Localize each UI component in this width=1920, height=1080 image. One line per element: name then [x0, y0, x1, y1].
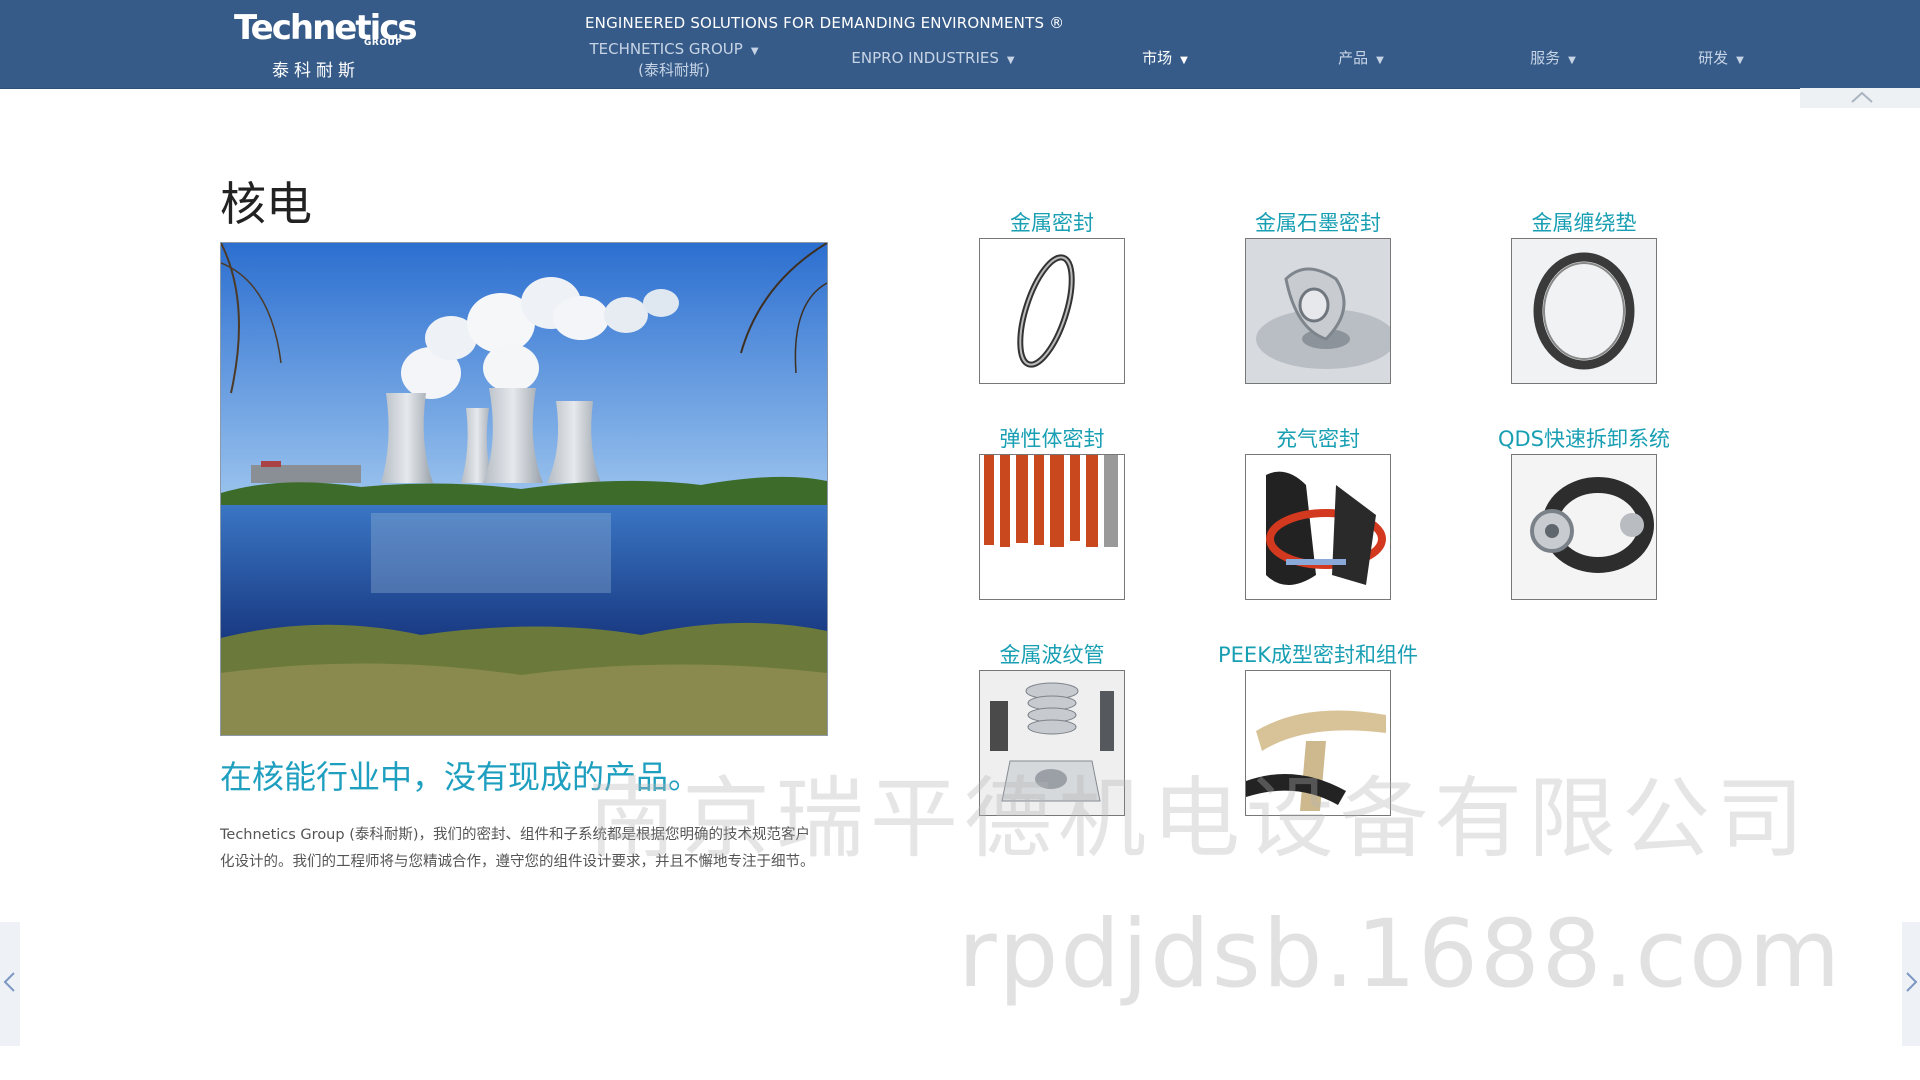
site-tagline: ENGINEERED SOLUTIONS FOR DEMANDING ENVIR… [585, 14, 1065, 32]
product-label[interactable]: 金属密封 [922, 208, 1182, 238]
product-label[interactable]: 金属石墨密封 [1188, 208, 1448, 238]
nav-products[interactable]: 产品 ▼ [1316, 49, 1406, 89]
nav-research[interactable]: 研发 ▼ [1676, 49, 1766, 89]
cooling-towers-lake-illustration [221, 243, 827, 735]
spiral-wound-gasket-icon[interactable] [1511, 238, 1657, 384]
chevron-down-icon: ▼ [1180, 55, 1188, 66]
chevron-left-icon [3, 972, 15, 992]
nav-label: 研发 [1698, 49, 1729, 67]
chevron-up-icon [1851, 91, 1873, 103]
page-title: 核电 [220, 177, 312, 231]
quick-disconnect-clamp-icon[interactable] [1511, 454, 1657, 600]
next-slide-button[interactable] [1902, 922, 1920, 1046]
nav-label: 产品 [1338, 49, 1369, 67]
product-metal-graphite-seal[interactable]: 金属石墨密封 [1188, 208, 1448, 384]
chevron-down-icon: ▼ [1568, 55, 1576, 66]
logo-group-text: GROUP [364, 38, 403, 48]
nav-label: 服务 [1530, 49, 1561, 67]
product-qds-quick-disconnect[interactable]: QDS快速拆卸系统 [1454, 424, 1714, 600]
product-label[interactable]: 弹性体密封 [922, 424, 1182, 454]
product-label[interactable]: QDS快速拆卸系统 [1454, 424, 1714, 454]
chevron-down-icon: ▼ [1736, 55, 1744, 66]
elastomer-profiles-icon[interactable] [979, 454, 1125, 600]
inflatable-seal-icon[interactable] [1245, 454, 1391, 600]
product-label[interactable]: 金属波纹管 [922, 640, 1182, 670]
product-metal-seal[interactable]: 金属密封 [922, 208, 1182, 384]
product-inflatable-seal[interactable]: 充气密封 [1188, 424, 1448, 600]
nav-markets[interactable]: 市场 ▼ [1120, 49, 1210, 89]
product-label[interactable]: 充气密封 [1188, 424, 1448, 454]
chevron-right-icon [1906, 972, 1918, 992]
chevron-down-icon: ▼ [750, 46, 759, 57]
nav-label: ENPRO INDUSTRIES [851, 49, 999, 67]
product-elastomer-seal[interactable]: 弹性体密封 [922, 424, 1182, 600]
technetics-logo[interactable]: Technetics GROUP 泰科耐斯 [232, 8, 418, 81]
metal-graphite-seal-icon[interactable] [1245, 238, 1391, 384]
product-spiral-wound-gasket[interactable]: 金属缠绕垫 [1454, 208, 1714, 384]
previous-slide-button[interactable] [0, 922, 20, 1046]
nav-enpro-industries[interactable]: ENPRO INDUSTRIES ▼ [848, 49, 1018, 89]
chevron-down-icon: ▼ [1006, 55, 1015, 66]
nav-technetics-group[interactable]: TECHNETICS GROUP ▼ (泰科耐斯) [584, 40, 764, 80]
watermark-url: rpdjdsb.1688.com [958, 900, 1843, 1009]
product-label[interactable]: PEEK成型密封和组件 [1188, 640, 1448, 670]
scroll-to-top-button[interactable] [1800, 88, 1920, 108]
chevron-down-icon: ▼ [1376, 55, 1384, 66]
metal-seal-ring-icon[interactable] [979, 238, 1125, 384]
product-label[interactable]: 金属缠绕垫 [1454, 208, 1714, 238]
watermark-company-name: 南京瑞平德机电设备有限公司 [588, 767, 1811, 870]
nav-label: TECHNETICS GROUP [589, 40, 743, 58]
nav-label: 市场 [1142, 49, 1173, 67]
nuclear-plant-hero-image [220, 242, 828, 736]
logo-chinese-name: 泰科耐斯 [272, 61, 360, 81]
nav-sublabel: (泰科耐斯) [638, 61, 710, 79]
nav-services[interactable]: 服务 ▼ [1508, 49, 1598, 89]
top-navigation-bar: Technetics GROUP 泰科耐斯 ENGINEERED SOLUTIO… [0, 0, 1920, 89]
